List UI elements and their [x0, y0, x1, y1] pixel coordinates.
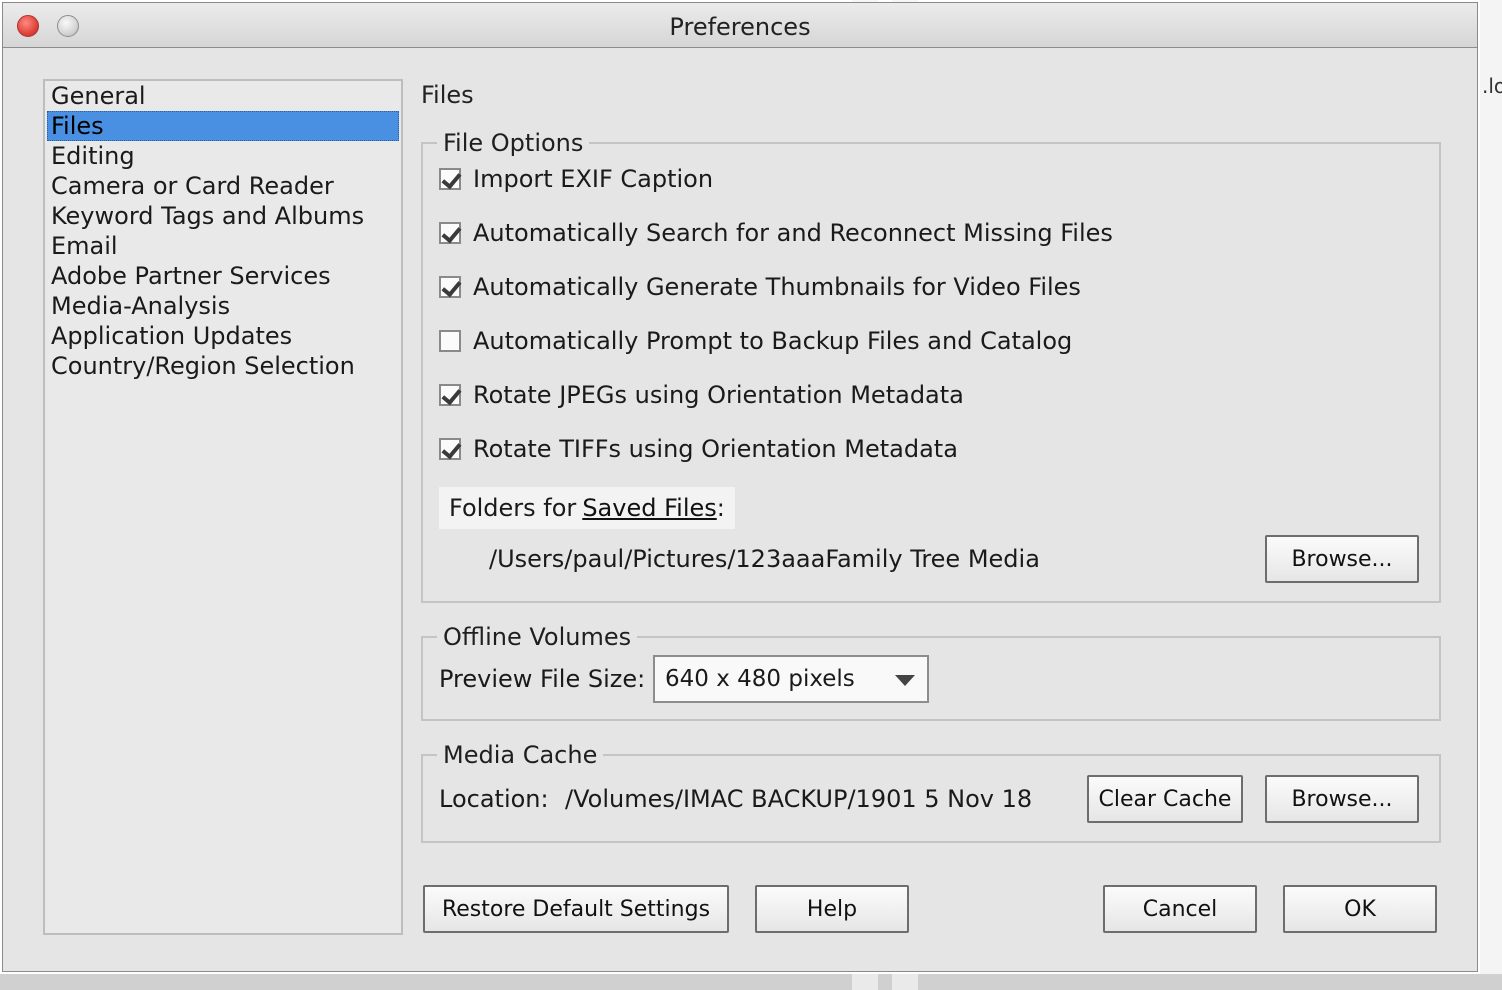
sidebar-item-media-analysis[interactable]: Media-Analysis	[45, 291, 401, 321]
sidebar-item-email[interactable]: Email	[45, 231, 401, 261]
background-bottom	[0, 974, 1502, 990]
background-window-edge	[1480, 0, 1502, 990]
saved-files-folder-label: Folders for Saved Files :	[439, 487, 735, 529]
file-options-group: File Options	[421, 129, 1441, 603]
sidebar-item-keyword-tags-and-albums[interactable]: Keyword Tags and Albums	[45, 201, 401, 231]
clear-cache-button[interactable]: Clear Cache	[1087, 775, 1243, 823]
checkbox-label: Rotate TIFFs using Orientation Metadata	[473, 435, 958, 463]
checkbox-reconnect-missing-files[interactable]: Automatically Search for and Reconnect M…	[439, 217, 1113, 249]
sidebar-item-files[interactable]: Files	[47, 111, 399, 141]
preview-file-size-value: 640 x 480 pixels	[665, 666, 855, 692]
checkbox-icon[interactable]	[439, 222, 461, 244]
sidebar-item-editing[interactable]: Editing	[45, 141, 401, 171]
checkbox-rotate-jpegs[interactable]: Rotate JPEGs using Orientation Metadata	[439, 379, 964, 411]
panel-heading: Files	[421, 81, 474, 109]
sidebar-item-camera-or-card-reader[interactable]: Camera or Card Reader	[45, 171, 401, 201]
checkbox-label: Rotate JPEGs using Orientation Metadata	[473, 381, 964, 409]
saved-files-link[interactable]: Saved Files	[582, 494, 716, 522]
checkbox-icon[interactable]	[439, 384, 461, 406]
preview-file-size-select[interactable]: 640 x 480 pixels	[653, 655, 929, 703]
checkbox-icon[interactable]	[439, 276, 461, 298]
sidebar-item-country-region-selection[interactable]: Country/Region Selection	[45, 351, 401, 381]
title-bar[interactable]: Preferences	[3, 3, 1477, 48]
window-title: Preferences	[669, 13, 811, 41]
preferences-dialog: Preferences General Files Editing Camera…	[2, 2, 1478, 972]
media-cache-location-label: Location:	[439, 785, 549, 813]
checkbox-icon[interactable]	[439, 438, 461, 460]
checkbox-icon[interactable]	[439, 168, 461, 190]
checkbox-import-exif-caption[interactable]: Import EXIF Caption	[439, 163, 713, 195]
restore-default-settings-button[interactable]: Restore Default Settings	[423, 885, 729, 933]
browse-saved-files-button[interactable]: Browse...	[1265, 535, 1419, 583]
help-button[interactable]: Help	[755, 885, 909, 933]
browse-media-cache-button[interactable]: Browse...	[1265, 775, 1419, 823]
sidebar-item-general[interactable]: General	[45, 81, 401, 111]
checkbox-label: Automatically Generate Thumbnails for Vi…	[473, 273, 1081, 301]
offline-volumes-legend: Offline Volumes	[443, 623, 632, 651]
checkbox-icon[interactable]	[439, 330, 461, 352]
sidebar-item-adobe-partner-services[interactable]: Adobe Partner Services	[45, 261, 401, 291]
chevron-down-icon	[895, 675, 915, 686]
media-cache-legend: Media Cache	[443, 741, 598, 769]
file-options-legend: File Options	[443, 129, 584, 157]
checkbox-generate-video-thumbnails[interactable]: Automatically Generate Thumbnails for Vi…	[439, 271, 1081, 303]
background-window-text: .lo	[1482, 74, 1502, 98]
preview-file-size-label: Preview File Size:	[439, 665, 646, 693]
checkbox-label: Automatically Search for and Reconnect M…	[473, 219, 1113, 247]
preferences-category-list[interactable]: General Files Editing Camera or Card Rea…	[43, 79, 403, 935]
checkbox-label: Import EXIF Caption	[473, 165, 714, 193]
checkbox-rotate-tiffs[interactable]: Rotate TIFFs using Orientation Metadata	[439, 433, 958, 465]
media-cache-location-path: /Volumes/IMAC BACKUP/1901 5 Nov 18	[565, 785, 1033, 813]
folders-prefix: Folders for	[449, 494, 577, 522]
sidebar-item-application-updates[interactable]: Application Updates	[45, 321, 401, 351]
ok-button[interactable]: OK	[1283, 885, 1437, 933]
checkbox-label: Automatically Prompt to Backup Files and…	[473, 327, 1073, 355]
folders-suffix: :	[716, 494, 725, 522]
saved-files-path: /Users/paul/Pictures/123aaaFamily Tree M…	[489, 545, 1040, 573]
cancel-button[interactable]: Cancel	[1103, 885, 1257, 933]
checkbox-prompt-backup[interactable]: Automatically Prompt to Backup Files and…	[439, 325, 1072, 357]
